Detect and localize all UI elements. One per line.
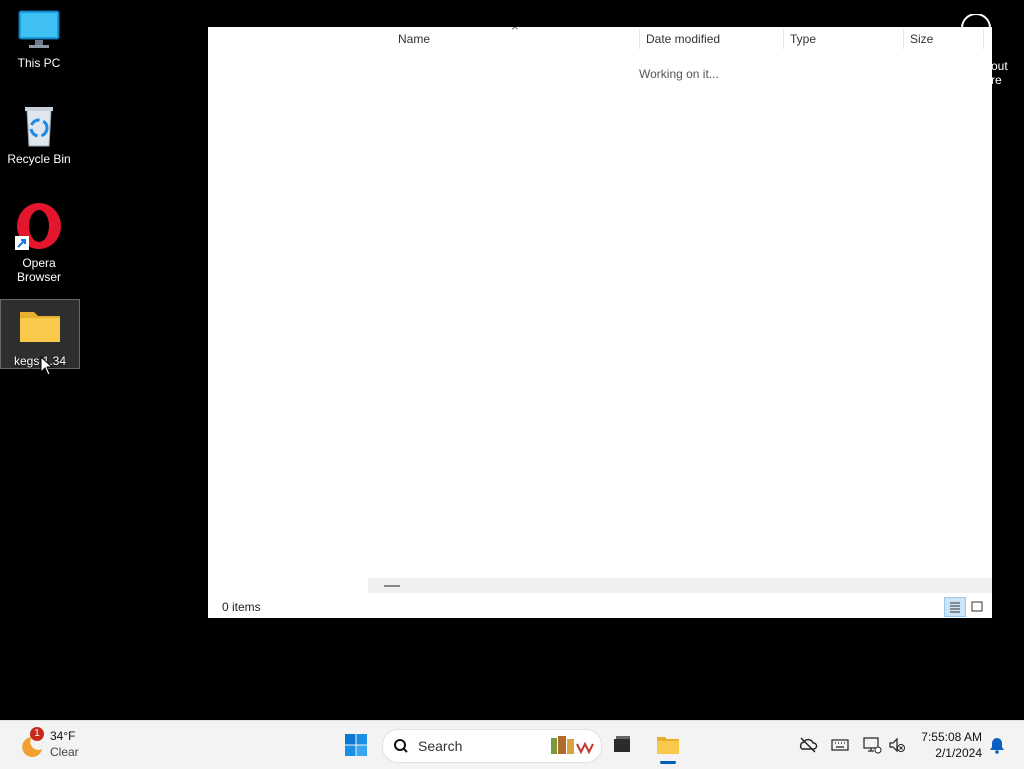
file-list[interactable]: Name × Date modified Type Size Working o… — [368, 27, 992, 593]
help-icon[interactable] — [960, 14, 992, 28]
network-icon[interactable] — [862, 735, 882, 755]
windows-logo-icon — [345, 734, 367, 756]
search-icon — [394, 739, 408, 753]
column-header: Name × Date modified Type Size — [368, 27, 992, 51]
search-highlight-icon — [551, 736, 594, 755]
column-divider[interactable] — [639, 29, 640, 49]
system-clock[interactable]: 7:55:08 AM 2/1/2024 — [910, 729, 982, 761]
desktop-icon-label: This PC — [17, 56, 61, 70]
weather-temperature: 34°F — [50, 729, 76, 743]
weather-condition: Clear — [50, 745, 79, 759]
background-window-text-line: out — [991, 59, 1008, 73]
column-name[interactable]: Name — [398, 32, 430, 46]
background-window-text-line: re — [991, 73, 1002, 87]
navigation-pane[interactable] — [208, 27, 368, 593]
active-app-indicator — [660, 761, 676, 764]
column-divider[interactable] — [903, 29, 904, 49]
desktop-icon-opera-browser[interactable]: Opera Browser — [0, 202, 78, 286]
mouse-cursor-icon — [40, 356, 54, 376]
clock-time: 7:55:08 AM — [921, 730, 982, 744]
volume-muted-icon[interactable] — [887, 735, 907, 755]
taskbar-search[interactable]: Search — [382, 729, 602, 763]
notification-badge: 1 — [30, 727, 44, 741]
column-divider[interactable] — [783, 29, 784, 49]
scrollbar-thumb[interactable] — [384, 585, 400, 587]
horizontal-scrollbar[interactable] — [368, 578, 992, 593]
column-type[interactable]: Type — [790, 32, 816, 46]
taskbar: 1 34°F Clear Search 7:55:08 AM 2/1/2024 — [0, 720, 1024, 769]
large-icons-view-icon — [971, 601, 983, 612]
file-explorer-icon — [657, 737, 679, 754]
column-date-modified[interactable]: Date modified — [646, 32, 720, 46]
folder-icon — [16, 306, 64, 350]
column-size[interactable]: Size — [910, 32, 933, 46]
recycle-bin-icon — [15, 104, 63, 148]
column-divider[interactable] — [983, 29, 984, 49]
terminal-app-icon — [614, 736, 630, 752]
loading-text: Working on it... — [639, 67, 719, 81]
opera-icon — [15, 202, 63, 252]
desktop-icon-label: Opera Browser — [16, 256, 61, 284]
background-window-text: out re — [991, 59, 1008, 87]
onedrive-offline-icon[interactable] — [798, 735, 818, 755]
start-button[interactable] — [338, 727, 374, 763]
sort-indicator-icon: × — [511, 27, 519, 34]
desktop-icon-label: Recycle Bin — [7, 152, 71, 166]
file-explorer-window: Name × Date modified Type Size Working o… — [208, 27, 992, 618]
status-bar: 0 items — [208, 593, 992, 618]
monitor-icon — [15, 8, 63, 52]
keyboard-icon[interactable] — [830, 735, 850, 755]
weather-widget[interactable]: 1 34°F Clear — [18, 727, 98, 761]
details-view-button[interactable] — [944, 597, 966, 617]
clock-date: 2/1/2024 — [935, 746, 982, 760]
taskbar-app-terminal[interactable] — [604, 727, 640, 763]
details-view-icon — [950, 602, 960, 613]
desktop-icon-recycle-bin[interactable]: Recycle Bin — [0, 104, 78, 174]
large-icons-view-button[interactable] — [966, 597, 988, 617]
notification-bell-icon[interactable] — [987, 735, 1007, 755]
item-count: 0 items — [222, 600, 261, 614]
desktop-icon-this-pc[interactable]: This PC — [0, 8, 78, 74]
search-label: Search — [418, 738, 463, 754]
taskbar-app-file-explorer[interactable] — [650, 727, 686, 763]
